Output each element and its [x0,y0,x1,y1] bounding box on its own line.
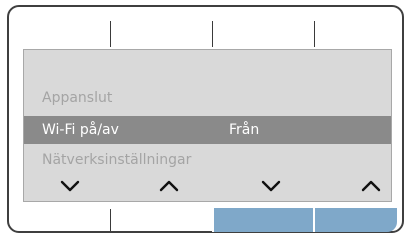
menu-item-label: Nätverksinställningar [42,152,192,168]
top-key-divider [212,21,213,47]
scroll-down-button[interactable] [60,178,80,194]
value-down-button[interactable] [261,178,281,194]
menu-item-label: Appanslut [42,90,113,106]
menu-item-appanslut[interactable]: Appanslut [24,84,391,112]
softkey-4-highlight[interactable] [314,208,397,232]
chevron-up-icon [361,178,381,194]
menu-item-value: Från [229,122,260,138]
top-key-divider [110,21,111,47]
menu-item-network-settings[interactable]: Nätverksinställningar [24,146,391,174]
device-frame: Appanslut Wi-Fi på/av Från Nätverksinstä… [7,5,404,233]
menu-item-label: Wi-Fi på/av [42,122,119,138]
softkey-3-highlight[interactable] [214,208,313,232]
chevron-down-icon [261,178,281,194]
chevron-down-icon [60,178,80,194]
menu-item-wifi-toggle[interactable]: Wi-Fi på/av Från [24,116,391,144]
bottom-key-divider [110,209,111,231]
chevron-up-icon [159,178,179,194]
bottom-key-divider [313,208,315,232]
scroll-up-button[interactable] [159,178,179,194]
top-key-divider [314,21,315,47]
value-up-button[interactable] [361,178,381,194]
bottom-key-divider [212,208,214,232]
display-screen: Appanslut Wi-Fi på/av Från Nätverksinstä… [23,49,392,202]
